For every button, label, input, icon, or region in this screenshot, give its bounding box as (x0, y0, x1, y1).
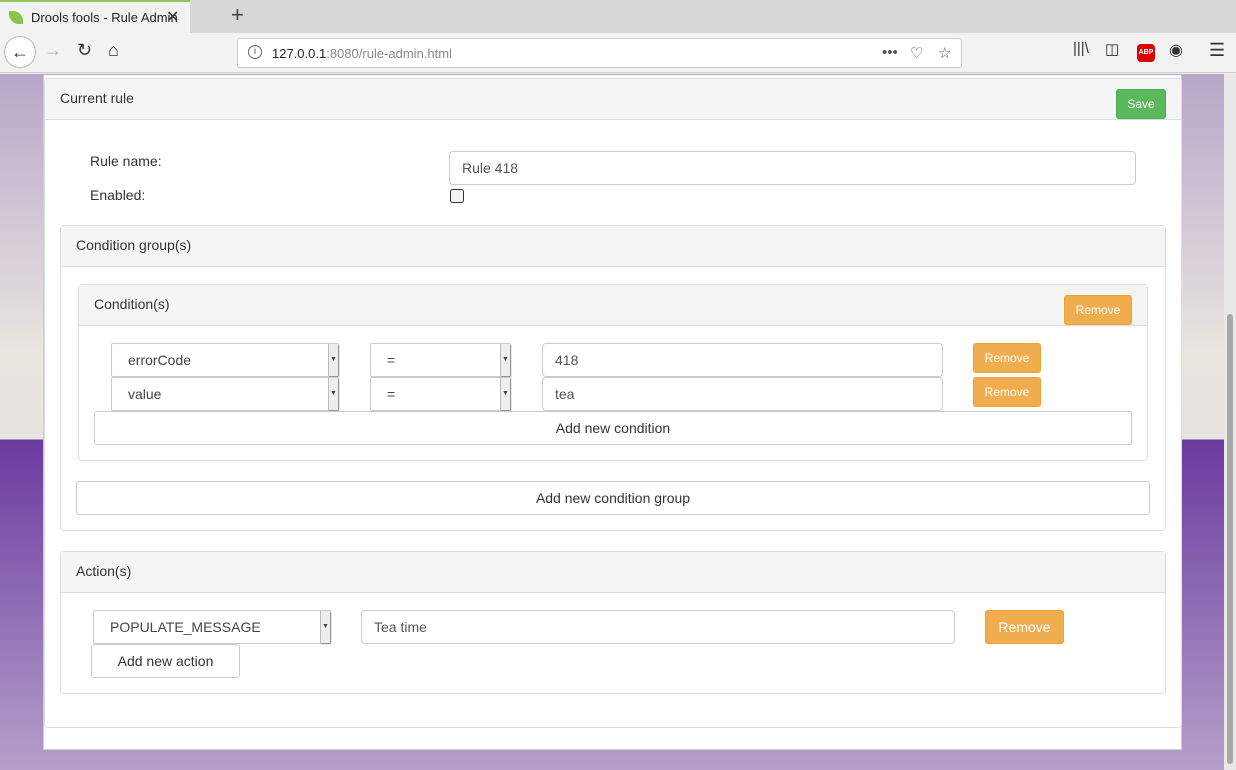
condition-value-input[interactable]: tea (542, 377, 943, 411)
condition-field-select[interactable]: value ▼ (111, 377, 339, 411)
condition-field-select[interactable]: errorCode ▼ (111, 343, 339, 377)
action-type-select[interactable]: POPULATE_MESSAGE ▼ (93, 610, 331, 644)
condition-groups-title: Condition group(s) (61, 226, 1165, 267)
sidebar-icon[interactable]: ◫ (1105, 40, 1119, 58)
remove-group-button[interactable]: Remove (1064, 295, 1132, 325)
browser-tab[interactable]: Drools fools - Rule Admin ✕ (0, 0, 190, 33)
url-path: :8080/rule-admin.html (326, 46, 452, 61)
more-icon[interactable]: ••• (882, 44, 898, 61)
scrollbar-thumb[interactable] (1227, 314, 1233, 764)
condition-operator-select[interactable]: = ▼ (370, 343, 511, 377)
add-condition-button[interactable]: Add new condition (94, 411, 1132, 445)
select-value: POPULATE_MESSAGE (110, 619, 261, 635)
dropdown-arrow-icon: ▼ (500, 378, 510, 410)
select-value: value (128, 386, 162, 402)
condition-groups-panel: Condition group(s) Condition(s) Remove e… (60, 225, 1166, 531)
info-icon[interactable]: i (248, 45, 262, 59)
dropdown-arrow-icon: ▼ (320, 611, 330, 643)
save-button[interactable]: Save (1116, 89, 1166, 119)
remove-condition-button[interactable]: Remove (973, 343, 1041, 373)
panel-title: Current rule (45, 79, 1181, 120)
enabled-label: Enabled: (90, 187, 146, 203)
actions-panel: Action(s) POPULATE_MESSAGE ▼ Tea time Rem… (60, 551, 1166, 694)
enabled-checkbox[interactable] (450, 189, 464, 203)
back-icon[interactable]: ← (4, 36, 36, 68)
url-bar[interactable]: i 127.0.0.1:8080/rule-admin.html ••• ♡ ☆ (237, 38, 962, 68)
condition-group: Condition(s) Remove errorCode ▼ = ▼ 418 Re… (78, 284, 1148, 461)
rule-card: Current rule Save Rule name: Rule 418 En… (43, 75, 1182, 750)
account-icon[interactable]: ◉ (1169, 40, 1183, 60)
add-action-button[interactable]: Add new action (91, 644, 240, 678)
new-tab-icon[interactable]: + (231, 2, 244, 28)
library-icon[interactable]: |||\ (1073, 40, 1089, 57)
dropdown-arrow-icon: ▼ (500, 344, 510, 376)
conditions-title: Condition(s) (79, 285, 1147, 326)
tab-title: Drools fools - Rule Admin (31, 10, 178, 25)
bookmark-star-icon[interactable]: ☆ (938, 44, 951, 62)
select-value: errorCode (128, 352, 192, 368)
dropdown-arrow-icon: ▼ (328, 378, 338, 410)
home-icon[interactable]: ⌂ (108, 40, 119, 61)
rule-name-label: Rule name: (90, 153, 162, 169)
adblock-icon[interactable]: ABP (1137, 44, 1155, 62)
select-value: = (387, 386, 396, 402)
reload-icon[interactable]: ↻ (77, 40, 92, 61)
select-value: = (387, 352, 396, 368)
favicon-leaf-icon (9, 11, 23, 24)
action-value-input[interactable]: Tea time (361, 610, 955, 644)
current-rule-panel: Current rule Save Rule name: Rule 418 En… (44, 78, 1182, 728)
page: Current rule Save Rule name: Rule 418 En… (0, 74, 1224, 770)
add-condition-group-button[interactable]: Add new condition group (76, 481, 1150, 515)
close-tab-icon[interactable]: ✕ (166, 7, 179, 27)
nav-bar: ← → ↻ ⌂ i 127.0.0.1:8080/rule-admin.html… (0, 33, 1236, 73)
remove-action-button[interactable]: Remove (985, 610, 1064, 644)
remove-condition-button[interactable]: Remove (973, 377, 1041, 407)
url-host: 127.0.0.1 (272, 46, 327, 61)
pocket-icon[interactable]: ♡ (910, 44, 923, 62)
actions-title: Action(s) (61, 552, 1165, 593)
dropdown-arrow-icon: ▼ (328, 344, 338, 376)
tab-bar: Drools fools - Rule Admin ✕ + (0, 0, 1236, 33)
condition-value-input[interactable]: 418 (542, 343, 943, 377)
menu-icon[interactable]: ☰ (1209, 40, 1225, 61)
condition-operator-select[interactable]: = ▼ (370, 377, 511, 411)
forward-icon[interactable]: → (44, 40, 62, 61)
rule-name-input[interactable]: Rule 418 (449, 151, 1136, 185)
scrollbar[interactable] (1224, 74, 1236, 770)
